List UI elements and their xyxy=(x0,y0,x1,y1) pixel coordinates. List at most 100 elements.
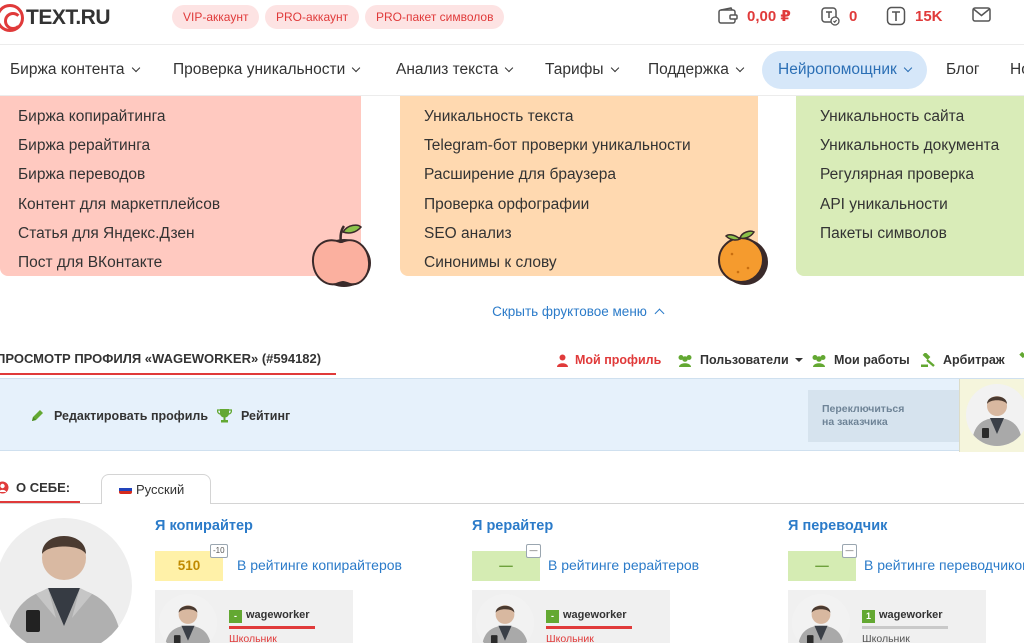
level-progress-bar xyxy=(862,626,948,629)
apple-icon xyxy=(311,224,371,287)
menu-item-site-uniqueness[interactable]: Уникальность сайта xyxy=(820,102,999,131)
chevron-down-icon xyxy=(505,63,514,73)
menu-item-vk-post[interactable]: Пост для ВКонтакте xyxy=(18,248,220,277)
nav-label: Блог xyxy=(946,61,980,78)
language-label: Русский xyxy=(136,482,185,497)
tab-my-profile[interactable]: Мой профиль xyxy=(557,350,661,370)
menu-item-synonyms[interactable]: Синонимы к слову xyxy=(424,248,691,277)
menu-item-regular-check[interactable]: Регулярная проверка xyxy=(820,160,999,189)
username[interactable]: wageworker xyxy=(246,609,310,621)
top-bar: TEXT.RU VIP-аккаунт PRO-аккаунт PRO-паке… xyxy=(0,0,1024,38)
nav-support[interactable]: Поддержка xyxy=(648,51,745,89)
user-card[interactable]: 1 wageworker Школьник xyxy=(788,590,986,643)
user-card[interactable]: - wageworker Школьник xyxy=(155,590,353,643)
menu-item-marketplace-content[interactable]: Контент для маркетплейсов xyxy=(18,190,220,219)
nav-label: Тарифы xyxy=(545,61,604,78)
tasks-widget[interactable]: 0 xyxy=(820,5,857,27)
menu-item-yandex-zen-article[interactable]: Статья для Яндекс.Дзен xyxy=(18,219,220,248)
nav-label: Поддержка xyxy=(648,61,729,78)
menu-item-document-uniqueness[interactable]: Уникальность документа xyxy=(820,131,999,160)
user-photo xyxy=(792,594,850,643)
user-photo xyxy=(159,594,217,643)
role-title[interactable]: Я рерайтер xyxy=(472,518,553,534)
role-rewriter: Я рерайтер — — В рейтинге рерайтеров - w… xyxy=(472,518,699,643)
edit-profile-button[interactable]: Редактировать профиль xyxy=(30,408,208,423)
russia-flag-icon xyxy=(119,485,132,495)
tab-label: Мой профиль xyxy=(575,353,662,367)
user-card[interactable]: - wageworker Школьник xyxy=(472,590,670,643)
edit-profile-label: Редактировать профиль xyxy=(54,408,209,423)
tab-label: Пользователи xyxy=(700,353,789,367)
tab-label: Мои работы xyxy=(834,353,910,367)
gavel-icon xyxy=(921,353,935,367)
rank-label: Школьник xyxy=(229,633,277,643)
menu-item-rewriting-exchange[interactable]: Биржа рерайтинга xyxy=(18,131,220,160)
vip-account-button[interactable]: VIP-аккаунт xyxy=(172,5,260,29)
chevron-up-icon xyxy=(654,308,665,319)
language-tab-russian[interactable]: Русский xyxy=(101,474,211,504)
switch-line-2: на заказчика xyxy=(822,416,888,428)
tab-label: Арбитраж xyxy=(943,353,1005,367)
tab-my-works[interactable]: Мои работы xyxy=(811,350,910,370)
nav-content-exchange[interactable]: Биржа контента xyxy=(10,51,140,89)
fruit-menu-site-check: Уникальность сайта Уникальность документ… xyxy=(796,96,1024,276)
rewriter-rating-link[interactable]: В рейтинге рерайтеров xyxy=(548,557,699,573)
rating-button[interactable]: Рейтинг xyxy=(217,408,290,423)
nav-blog[interactable]: Блог xyxy=(946,51,980,89)
task-icon xyxy=(821,7,840,26)
nav-text-analysis[interactable]: Анализ текста xyxy=(396,51,514,89)
translator-rating-link[interactable]: В рейтинге переводчиков xyxy=(864,557,1024,573)
nav-label: Биржа контента xyxy=(10,61,125,78)
menu-item-symbol-packs[interactable]: Пакеты символов xyxy=(820,219,999,248)
nav-neuro-assistant[interactable]: Нейропомощник xyxy=(762,51,927,89)
orange-icon xyxy=(718,230,768,285)
role-title[interactable]: Я переводчик xyxy=(788,518,887,534)
title-underline xyxy=(0,373,336,375)
balance-widget[interactable]: 0,00 ₽ xyxy=(718,5,791,27)
mail-icon[interactable] xyxy=(972,7,991,22)
tab-users[interactable]: Пользователи xyxy=(677,350,803,370)
symbols-widget[interactable]: 15K xyxy=(886,5,943,27)
menu-item-text-uniqueness[interactable]: Уникальность текста xyxy=(424,102,691,131)
switch-to-customer-button[interactable]: Переключиться на заказчика xyxy=(808,390,959,442)
users-icon xyxy=(678,354,692,367)
hide-fruit-menu-link[interactable]: Скрыть фруктовое меню xyxy=(0,304,1024,319)
rating-change-badge: — xyxy=(842,544,857,558)
level-progress-bar xyxy=(229,626,315,629)
menu-item-translation-exchange[interactable]: Биржа переводов xyxy=(18,160,220,189)
username[interactable]: wageworker xyxy=(879,609,943,621)
role-copywriter: Я копирайтер 510 -10 В рейтинге копирайт… xyxy=(155,518,402,643)
fruit-menu-exchange: Биржа копирайтинга Биржа рерайтинга Бирж… xyxy=(0,96,371,287)
nav-label: Нейропомощник xyxy=(778,61,897,78)
username[interactable]: wageworker xyxy=(563,609,627,621)
site-logo[interactable]: TEXT.RU xyxy=(0,4,111,32)
main-nav: Биржа контента Проверка уникальности Ана… xyxy=(0,44,1024,96)
user-photo xyxy=(966,384,1024,446)
symbols-icon xyxy=(886,6,906,26)
chevron-down-icon xyxy=(610,63,619,73)
about-section-tab[interactable]: О СЕБЕ: xyxy=(0,480,70,495)
nav-tariffs[interactable]: Тарифы xyxy=(545,51,619,89)
role-translator: Я переводчик — — В рейтинге переводчиков… xyxy=(788,518,1024,643)
nav-label: Но xyxy=(1010,61,1024,78)
tab-arbitrage[interactable]: Арбитраж xyxy=(921,350,1005,370)
nav-more[interactable]: Но xyxy=(1010,51,1024,89)
menu-item-telegram-bot[interactable]: Telegram-бот проверки уникальности xyxy=(424,131,691,160)
menu-item-copywriting-exchange[interactable]: Биржа копирайтинга xyxy=(18,102,220,131)
more-tab-icon[interactable] xyxy=(1018,352,1024,366)
logo-text: TEXT.RU xyxy=(26,6,111,29)
menu-item-browser-extension[interactable]: Расширение для браузера xyxy=(424,160,691,189)
menu-item-spell-check[interactable]: Проверка орфографии xyxy=(424,190,691,219)
pro-account-button[interactable]: PRO-аккаунт xyxy=(265,5,360,29)
wallet-icon xyxy=(718,7,738,24)
user-circle-icon xyxy=(0,481,9,494)
user-icon xyxy=(557,354,568,367)
role-title[interactable]: Я копирайтер xyxy=(155,518,253,534)
copywriter-rating-link[interactable]: В рейтинге копирайтеров xyxy=(237,557,402,573)
nav-uniqueness-check[interactable]: Проверка уникальности xyxy=(173,51,361,89)
profile-avatar xyxy=(0,518,132,643)
menu-item-uniqueness-api[interactable]: API уникальности xyxy=(820,190,999,219)
account-avatar[interactable] xyxy=(959,379,1024,452)
menu-item-seo-analysis[interactable]: SEO анализ xyxy=(424,219,691,248)
pro-symbols-pack-button[interactable]: PRO-пакет символов xyxy=(365,5,505,29)
